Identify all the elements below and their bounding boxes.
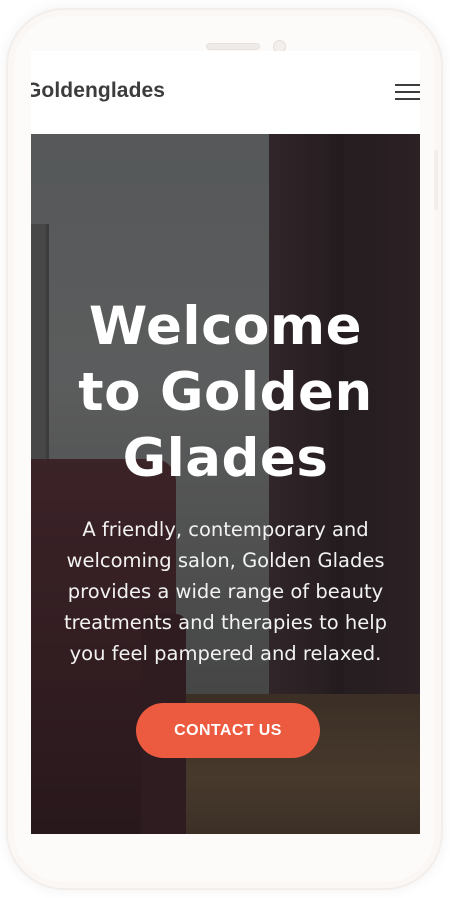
hero-text-line: A friendly, contemporary and <box>82 518 369 541</box>
site-header: Goldenglades <box>31 51 420 134</box>
hero-text-line: provides a wide range of beauty <box>67 580 384 603</box>
site-logo[interactable]: Goldenglades <box>31 79 165 103</box>
contact-us-button[interactable]: CONTACT US <box>136 703 320 758</box>
phone-side-button <box>434 150 438 210</box>
menu-bar <box>395 91 420 93</box>
menu-bar <box>395 84 420 86</box>
menu-bar <box>395 98 420 100</box>
hero-section: Welcome to Golden Glades A friendly, con… <box>31 134 420 834</box>
hero-text-line: welcoming salon, Golden Glades <box>66 549 385 572</box>
hero-text-line: treatments and therapies to help <box>63 611 388 634</box>
phone-screen: Goldenglades Welcome to Golden Glades A … <box>31 51 420 834</box>
phone-speaker <box>206 43 260 50</box>
hero-title: Welcome to Golden Glades <box>31 294 420 492</box>
hero-title-line: to Golden <box>78 362 373 423</box>
hero-description: A friendly, contemporary and welcoming s… <box>33 514 418 669</box>
hero-title-line: Welcome <box>88 296 363 357</box>
hero-title-line: Glades <box>122 428 329 489</box>
hero-text-line: you feel pampered and relaxed. <box>69 642 382 665</box>
hamburger-menu-icon[interactable] <box>395 84 420 102</box>
